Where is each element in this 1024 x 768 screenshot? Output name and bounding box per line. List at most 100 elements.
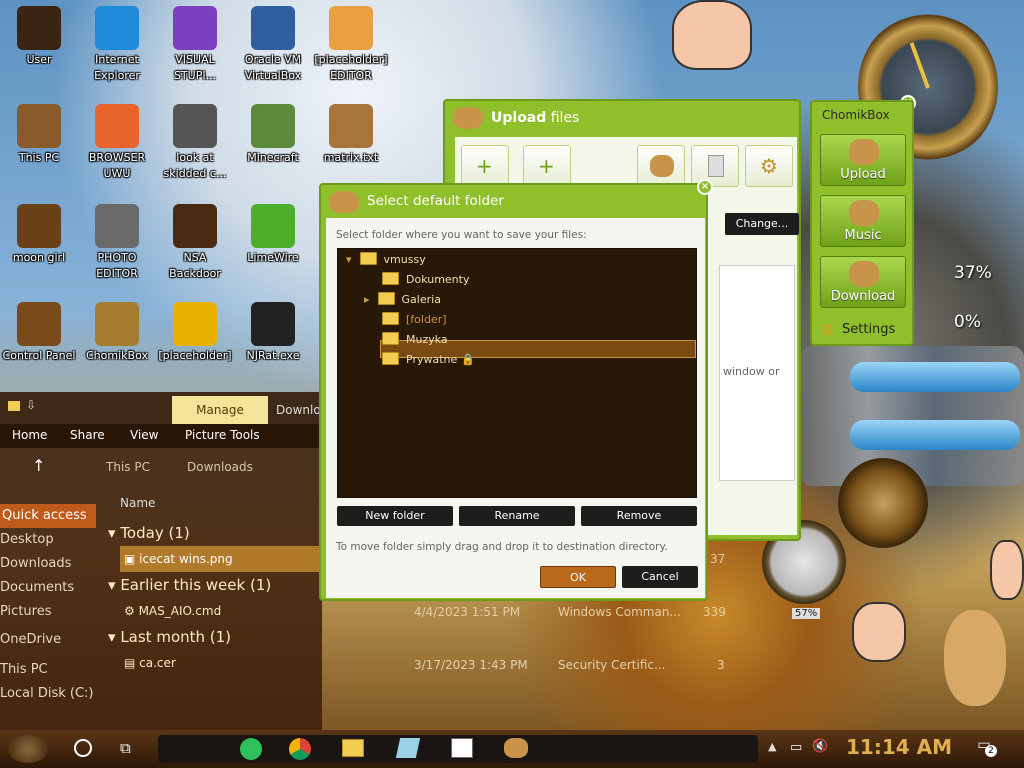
nav-desktop[interactable]: Desktop [0, 528, 102, 552]
change-folder-button[interactable]: Change... [725, 213, 799, 235]
desktop-shortcut[interactable]: Minecraft [234, 104, 312, 166]
tab-share[interactable]: Share [70, 428, 105, 442]
tab-picture-tools[interactable]: Picture Tools [185, 428, 260, 442]
new-folder-button[interactable]: New folder [337, 506, 453, 526]
desktop-shortcut[interactable]: moon girl [0, 204, 78, 266]
tree-node-prywatne[interactable]: Prywatne 🔒 [382, 351, 475, 369]
nav-documents[interactable]: Documents [0, 576, 102, 600]
desktop-shortcut[interactable]: User [0, 6, 78, 68]
add-file-button[interactable]: + [461, 145, 509, 187]
desktop-shortcut-label: NSA Backdoor [169, 251, 221, 280]
tab-view[interactable]: View [130, 428, 158, 442]
ok-button[interactable]: OK [540, 566, 616, 588]
breadcrumb-downloads[interactable]: Downloads [187, 460, 253, 474]
search-icon[interactable] [74, 739, 92, 757]
show-hidden-icons[interactable]: ▲ [768, 740, 776, 768]
chomikbox-title: ChomikBox [822, 108, 890, 122]
desktop-shortcut[interactable]: [placeholder] [156, 302, 234, 364]
spotify-icon[interactable] [240, 738, 262, 760]
file-row[interactable]: ▣ icecat wins.png [120, 546, 322, 572]
expand-icon[interactable]: ▸ [364, 293, 370, 306]
tree-node-muzyka[interactable]: Muzyka [382, 331, 448, 349]
desktop-shortcut-label: ChomikBox [86, 349, 148, 362]
nav-local-disk[interactable]: Local Disk (C:) [0, 682, 102, 706]
desktop-shortcut[interactable]: Oracle VM VirtualBox [234, 6, 312, 84]
folder-icon [8, 401, 20, 411]
chomikbox-taskbar-icon[interactable] [504, 738, 528, 758]
nav-downloads[interactable]: Downloads [0, 552, 102, 576]
explorer-ribbon-tabs: ⇩ Manage Downlo [0, 392, 322, 424]
desktop-shortcut[interactable]: Internet Explorer [78, 6, 156, 84]
group-header-earlier-this-week[interactable]: ▾ Earlier this week (1) [108, 572, 322, 598]
desktop-shortcut-label: LimeWire [247, 251, 299, 264]
desktop-shortcut[interactable]: NSA Backdoor [156, 204, 234, 282]
upload-button[interactable]: Upload [820, 134, 906, 186]
rename-button[interactable]: Rename [459, 506, 575, 526]
remove-button[interactable]: Remove [581, 506, 697, 526]
desktop-shortcut-label: PHOTO EDITOR [96, 251, 138, 280]
desktop-shortcut[interactable]: Control Panel [0, 302, 78, 364]
tree-node-galeria[interactable]: ▸ Galeria [364, 291, 441, 309]
chevron-down-icon[interactable]: ⇩ [26, 398, 36, 412]
tab-downloads[interactable]: Downlo [276, 396, 321, 424]
desktop-shortcut[interactable]: LimeWire [234, 204, 312, 266]
start-button[interactable] [8, 735, 48, 763]
volume-muted-icon[interactable]: 🔇 [812, 739, 828, 767]
chevron-icon: ▾ [108, 576, 121, 594]
chomik-button[interactable] [637, 145, 685, 187]
tree-node-vmussy[interactable]: ▾ vmussy [346, 251, 426, 269]
tree-node-selected[interactable]: [folder] [382, 311, 447, 329]
address-bar[interactable]: ↑ This PC Downloads [0, 448, 322, 486]
tree-node-dokumenty[interactable]: Dokumenty [382, 271, 469, 289]
gimp-icon [95, 204, 139, 248]
blue-tube-icon [850, 420, 1020, 450]
expand-icon[interactable]: ▾ [346, 253, 352, 266]
close-icon[interactable]: × [697, 179, 713, 195]
file-row[interactable]: ▤ ca.cer [108, 650, 322, 676]
nav-this-pc[interactable]: This PC [0, 658, 102, 682]
taskbar-clock[interactable]: 11:14 AM [846, 735, 952, 759]
group-header-last-month[interactable]: ▾ Last month (1) [108, 624, 322, 650]
desktop-shortcut[interactable]: NJRat.exe [234, 302, 312, 364]
music-button[interactable]: Music [820, 195, 906, 247]
desktop-shortcut[interactable]: BROWSER UWU [78, 104, 156, 182]
tab-manage[interactable]: Manage [172, 396, 268, 424]
tablet-icon[interactable] [395, 738, 421, 758]
cancel-button[interactable]: Cancel [622, 566, 698, 588]
user-folder-icon [17, 6, 61, 50]
breadcrumb-this-pc[interactable]: This PC [106, 460, 150, 474]
desktop-shortcut[interactable]: PHOTO EDITOR [78, 204, 156, 282]
nav-quick-access[interactable]: Quick access [0, 504, 96, 528]
network-icon[interactable]: ▭ [790, 740, 802, 768]
file-explorer-icon[interactable] [342, 739, 364, 757]
download-progress-percent: 0% [954, 312, 981, 332]
up-arrow-icon[interactable]: ↑ [32, 456, 45, 475]
desktop-shortcut[interactable]: matrix.txt [312, 104, 390, 166]
add-folder-button[interactable]: + [523, 145, 571, 187]
settings-button[interactable]: ⚙ [745, 145, 793, 187]
folder-icon [377, 292, 395, 305]
desktop-shortcut[interactable]: [placeholder] EDITOR [312, 6, 390, 84]
notification-center-icon[interactable]: ▭ 2 [972, 737, 997, 759]
file-explorer-window: ⇩ Manage Downlo Home Share View Picture … [0, 392, 322, 730]
file-row[interactable]: ⚙ MAS_AIO.cmd [108, 598, 322, 624]
download-button[interactable]: Download [820, 256, 906, 308]
file-date: 3/17/2023 1:43 PM [414, 658, 528, 672]
desktop-shortcut[interactable]: This PC [0, 104, 78, 166]
task-view-icon[interactable]: ⧉ [120, 739, 140, 757]
settings-link[interactable]: Settings [842, 322, 895, 337]
nav-pictures[interactable]: Pictures [0, 600, 102, 624]
clipboard-icon [708, 155, 724, 177]
desktop-shortcut[interactable]: look at skidded c... [156, 104, 234, 182]
desktop-shortcut-label: NJRat.exe [246, 349, 300, 362]
folder-tree: ▾ vmussy Dokumenty ▸ Galeria [folder] Muzy… [337, 248, 697, 498]
group-header-today[interactable]: ▾ Today (1) [108, 520, 322, 546]
photos-icon[interactable] [451, 738, 473, 758]
nav-onedrive[interactable]: OneDrive [0, 628, 102, 652]
text-file-icon [329, 104, 373, 148]
chrome-icon[interactable] [289, 738, 311, 760]
desktop-shortcut[interactable]: ChomikBox [78, 302, 156, 364]
desktop-shortcut[interactable]: VISUAL STUPI... [156, 6, 234, 84]
upload-progress-percent: 37% [954, 263, 992, 283]
tab-home[interactable]: Home [12, 428, 47, 442]
